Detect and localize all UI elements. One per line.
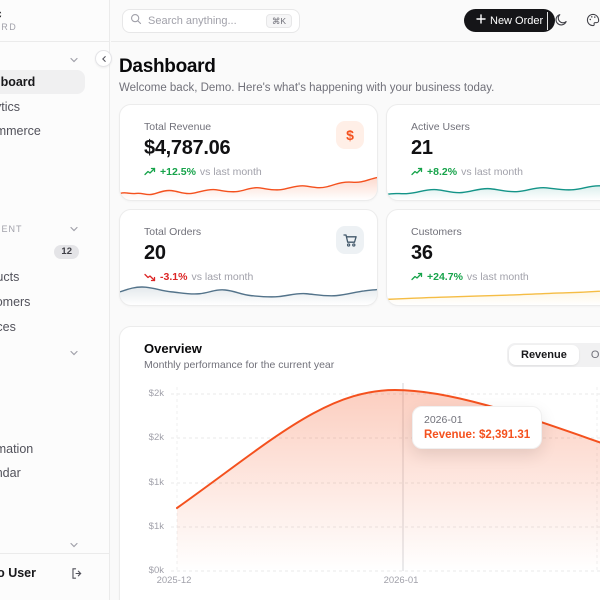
logout-icon[interactable]	[70, 567, 83, 580]
y-axis-tick: $2k	[134, 388, 164, 399]
stat-card-total-orders: Total Orders 20 -3.1% vs last month	[119, 209, 378, 306]
sidebar-item-chat[interactable]: Chat 12	[0, 240, 85, 264]
sidebar-collapse-button[interactable]	[95, 50, 112, 67]
new-order-button[interactable]: New Order	[464, 9, 555, 32]
users-sparkline	[387, 170, 600, 200]
topbar-divider	[547, 12, 548, 30]
sidebar-item-analytics[interactable]: Analytics	[0, 95, 85, 119]
topbar: ⌘K New Order	[111, 0, 600, 42]
stat-card-active-users: Active Users 21 +8.2% vs last month	[386, 104, 600, 201]
sidebar-logo: Acme Inc DASHBOARD	[0, 0, 109, 42]
sidebar-footer-divider	[0, 553, 109, 554]
page-title: Dashboard	[119, 56, 600, 78]
x-axis-tick: 2025-12	[144, 575, 204, 586]
sidebar-item-invoices[interactable]: Invoices	[0, 315, 85, 339]
stats-grid: Total Revenue $4,787.06 +12.5% vs last m…	[119, 104, 600, 306]
y-axis-tick: $1k	[134, 521, 164, 532]
sidebar-section-tools[interactable]: Tools	[0, 345, 85, 361]
brand-subtitle: DASHBOARD	[0, 22, 17, 32]
user-name: Demo User	[0, 566, 36, 580]
moon-icon	[554, 13, 568, 30]
revenue-sparkline	[120, 170, 377, 200]
app-window: Acme Inc DASHBOARD Main Dashboard Analyt…	[0, 0, 600, 600]
search-input[interactable]	[148, 15, 248, 27]
customers-sparkline	[387, 275, 600, 305]
chevron-left-icon	[100, 51, 108, 66]
chart-tooltip: 2026-01 Revenue: $2,391.31	[412, 406, 542, 449]
unread-count-badge: 12	[54, 245, 79, 259]
search-bar[interactable]: ⌘K	[122, 9, 300, 33]
main-content: Dashboard Welcome back, Demo. Here's wha…	[111, 43, 600, 600]
chevron-down-icon	[69, 55, 79, 65]
orders-sparkline	[120, 275, 377, 305]
sidebar-section-main[interactable]: Main	[0, 52, 85, 68]
overview-chart-card: Overview Monthly performance for the cur…	[119, 326, 600, 600]
brand-name: Acme Inc	[0, 7, 2, 21]
sidebar-item-dashboard[interactable]: Dashboard	[0, 70, 85, 94]
sidebar-item-products[interactable]: Products	[0, 265, 85, 289]
stat-card-total-revenue: Total Revenue $4,787.06 +12.5% vs last m…	[119, 104, 378, 201]
sidebar-section-management[interactable]: Management	[0, 221, 85, 237]
x-axis-tick: 2026-01	[371, 575, 431, 586]
tooltip-value: Revenue: $2,391.31	[424, 429, 530, 441]
palette-icon	[586, 13, 600, 30]
chevron-down-icon	[69, 224, 79, 234]
search-icon	[130, 12, 142, 30]
chevron-down-icon	[69, 348, 79, 358]
sidebar-item-customers[interactable]: Customers	[0, 290, 85, 314]
dark-mode-toggle[interactable]	[552, 12, 570, 30]
user-menu[interactable]: Demo User	[0, 558, 85, 588]
sidebar-item-calendar[interactable]: Calendar	[0, 461, 85, 485]
keyboard-shortcut-badge: ⌘K	[266, 14, 292, 29]
sidebar-item-automation[interactable]: Automation	[0, 437, 85, 461]
revenue-area-chart[interactable]	[120, 327, 600, 600]
chevron-down-icon	[69, 540, 79, 550]
dollar-icon: $	[336, 121, 364, 149]
y-axis-tick: $1k	[134, 477, 164, 488]
theme-palette-button[interactable]	[584, 12, 600, 30]
sidebar-section-other[interactable]: Other	[0, 537, 85, 553]
page-subtitle: Welcome back, Demo. Here's what's happen…	[119, 82, 600, 94]
sidebar-item-ecommerce[interactable]: E-commerce	[0, 119, 85, 143]
tooltip-date: 2026-01	[424, 414, 530, 426]
cart-icon	[336, 226, 364, 254]
plus-icon	[476, 14, 486, 27]
sidebar: Acme Inc DASHBOARD Main Dashboard Analyt…	[0, 0, 110, 600]
stat-card-customers: Customers 36 +24.7% vs last month	[386, 209, 600, 306]
y-axis-tick: $2k	[134, 432, 164, 443]
